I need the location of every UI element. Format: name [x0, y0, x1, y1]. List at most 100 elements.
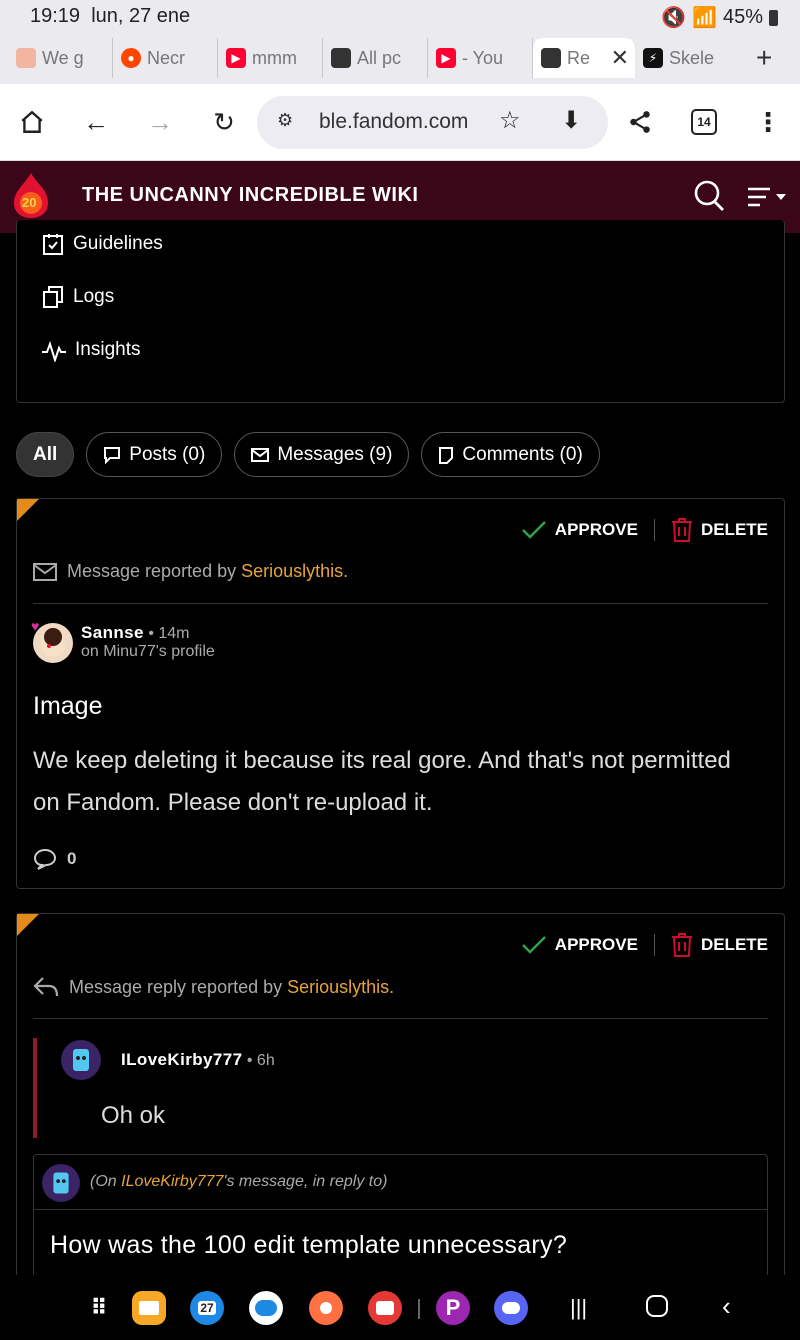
menu-item-guidelines[interactable]: Guidelines: [41, 232, 163, 256]
post-body: We keep deleting it because its real gor…: [33, 747, 731, 816]
forward-icon[interactable]: →: [144, 106, 176, 138]
recents-icon[interactable]: |||: [570, 1295, 587, 1321]
approve-button[interactable]: APPROVE: [521, 520, 638, 540]
post-time: 14m: [158, 625, 190, 642]
divider: [33, 1018, 768, 1019]
divider: [33, 603, 768, 604]
share-icon[interactable]: [624, 106, 656, 138]
browser-tab-strip: We g ● Necr ▶ mmm All pc ▶ - You Re ✕ ⚡ Skele…: [0, 32, 800, 84]
report-info: Message reply reported by Seriouslythis.: [33, 976, 394, 998]
approve-button[interactable]: APPROVE: [521, 935, 638, 955]
home-nav-icon[interactable]: [646, 1295, 668, 1317]
avatar[interactable]: [42, 1164, 80, 1202]
checklist-icon: [43, 234, 63, 255]
reload-icon[interactable]: ↻: [208, 106, 240, 138]
site-settings-icon[interactable]: ⚙: [277, 110, 293, 131]
address-bar[interactable]: ⚙ ble.fandom.com ☆ ⬇: [257, 96, 608, 149]
parent-title: How was the 100 edit template unnecessar…: [50, 1231, 568, 1259]
checkmark-icon: [521, 521, 546, 539]
messages-icon[interactable]: [249, 1291, 283, 1325]
browser-tab-active[interactable]: Re ✕: [533, 38, 635, 78]
filter-all[interactable]: All: [16, 432, 75, 477]
status-bar: 19:19 lun, 27 ene 🔇 📶 45%: [0, 0, 800, 32]
youtube-icon: ▶: [436, 48, 456, 68]
wiki-title[interactable]: THE UNCANNY INCREDIBLE WIKI: [82, 184, 418, 207]
checkmark-icon: [521, 936, 546, 954]
reporter-link[interactable]: Seriouslythis.: [241, 561, 348, 581]
contacts-icon[interactable]: [309, 1291, 343, 1325]
address-url: ble.fandom.com: [319, 110, 469, 133]
wiki-logo[interactable]: 20: [12, 171, 50, 219]
parent-author-link[interactable]: ILoveKirby777: [121, 1173, 223, 1190]
avatar[interactable]: [61, 1040, 101, 1080]
filter-comments[interactable]: Comments (0): [421, 432, 600, 477]
browser-tab[interactable]: ▶ - You: [428, 38, 533, 78]
report-card: APPROVE DELETE Message reply reported by…: [16, 913, 785, 1284]
reporter-link[interactable]: Seriouslythis.: [287, 977, 394, 997]
calendar-icon[interactable]: 27: [190, 1291, 224, 1325]
parent-context: (On ILoveKirby777's message, in reply to…: [90, 1173, 388, 1190]
browser-tab[interactable]: ● Necr: [113, 38, 218, 78]
filter-pills: All Posts (0) Messages (9) Comments (0): [16, 432, 600, 477]
menu-item-logs[interactable]: Logs: [41, 285, 114, 309]
report-flag-corner: [17, 914, 39, 936]
browser-tab[interactable]: All pc: [323, 38, 428, 78]
action-divider: [653, 519, 655, 541]
close-tab-icon[interactable]: ✕: [611, 45, 629, 71]
camera-icon[interactable]: [368, 1291, 402, 1325]
battery-icon: [769, 9, 778, 26]
bookmark-star-icon[interactable]: ☆: [499, 106, 521, 135]
back-icon[interactable]: ←: [80, 106, 112, 138]
staff-heart-icon: ♥: [31, 618, 40, 634]
admin-menu-card: Guidelines Logs Insights: [16, 220, 785, 403]
filter-messages[interactable]: Messages (9): [234, 432, 410, 477]
post-context[interactable]: on Minu77's profile: [81, 643, 215, 660]
android-navigation-bar: ⠿ 27 P ||| ‹: [0, 1275, 800, 1340]
filter-posts[interactable]: Posts (0): [86, 432, 223, 477]
tab-switcher-button[interactable]: 14: [688, 106, 720, 138]
copy-icon: [43, 286, 63, 308]
report-flag-corner: [17, 499, 39, 521]
parent-message: (On ILoveKirby777's message, in reply to…: [33, 1154, 768, 1284]
pulse-icon: [42, 340, 66, 362]
delete-button[interactable]: DELETE: [671, 932, 768, 958]
back-nav-icon[interactable]: ‹: [722, 1291, 731, 1322]
files-icon[interactable]: [132, 1291, 166, 1325]
dock-divider: [418, 1299, 420, 1319]
search-icon[interactable]: [693, 179, 725, 218]
more-menu-icon[interactable]: ⋮: [752, 106, 784, 138]
wifi-icon: 📶: [692, 7, 717, 29]
menu-item-insights[interactable]: Insights: [41, 338, 140, 362]
home-icon[interactable]: [16, 106, 48, 138]
comment-icon: [439, 446, 454, 464]
delete-button[interactable]: DELETE: [671, 517, 768, 543]
browser-tab[interactable]: We g: [8, 38, 113, 78]
reply-count[interactable]: 0: [33, 847, 76, 871]
download-icon[interactable]: ⬇: [561, 106, 581, 135]
reply-body: Oh ok: [101, 1102, 166, 1129]
author-name[interactable]: ILoveKirby777: [121, 1050, 242, 1069]
reply-arrow-icon: [33, 977, 59, 997]
post-author: Sannse • 14m on Minu77's profile: [81, 623, 215, 660]
action-divider: [653, 934, 655, 956]
picsart-icon[interactable]: P: [436, 1291, 470, 1325]
hamburger-menu-icon[interactable]: [746, 185, 790, 216]
tab-favicon-icon: [16, 48, 36, 68]
youtube-icon: ▶: [226, 48, 246, 68]
trash-icon: [671, 933, 692, 957]
new-tab-icon[interactable]: +: [756, 42, 772, 74]
status-time: 19:19 lun, 27 ene: [30, 5, 191, 27]
battery-level: 45%: [722, 6, 763, 28]
discord-icon[interactable]: [494, 1291, 528, 1325]
post-title: Image: [33, 692, 103, 720]
post-icon: [104, 446, 121, 464]
moderation-actions: APPROVE DELETE: [521, 932, 768, 958]
image-favicon-icon: [541, 48, 561, 68]
browser-tab[interactable]: ▶ mmm: [218, 38, 323, 78]
post-time: 6h: [256, 1052, 275, 1069]
author-name[interactable]: Sannse: [81, 623, 144, 642]
apps-grid-icon[interactable]: ⠿: [82, 1291, 116, 1325]
browser-tab[interactable]: ⚡ Skele: [635, 38, 740, 78]
post-author: ILoveKirby777 • 6h: [121, 1050, 275, 1069]
image-favicon-icon: [331, 48, 351, 68]
